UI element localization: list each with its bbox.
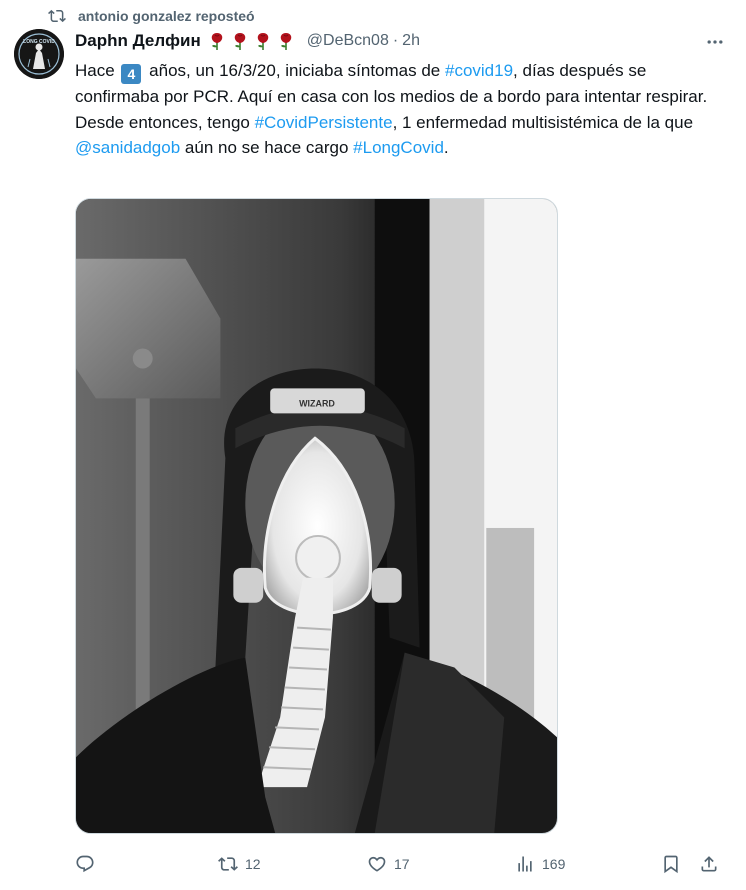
hashtag-longcovid[interactable]: #LongCovid [353, 138, 444, 157]
rose-icon [211, 33, 223, 50]
author-handle[interactable]: @DeBcn08 [307, 32, 389, 50]
rose-icon [257, 33, 269, 50]
repost-icon [48, 9, 66, 23]
reply-icon [76, 855, 94, 873]
tweet-photo[interactable]: WIZARD [75, 198, 558, 834]
views-button[interactable]: 169 [515, 850, 565, 878]
like-button[interactable]: 17 [367, 850, 410, 878]
text-segment: aún no se hace cargo [184, 138, 349, 157]
repost-label: antonio gonzalez reposteó [78, 8, 255, 24]
views-count: 169 [542, 856, 566, 872]
retweet-icon [218, 857, 238, 871]
tweet-text: Hace 4 años, un 16/3/20, iniciaba síntom… [75, 58, 725, 161]
retweet-button[interactable]: 12 [218, 850, 261, 878]
text-segment: . [443, 138, 449, 157]
bookmark-icon [664, 855, 678, 874]
share-button[interactable] [699, 850, 719, 878]
tweet: Daphn Делфин @DeBcn08 · 2h Hace 4 años, … [75, 28, 735, 161]
like-count: 17 [394, 856, 410, 872]
text-segment: años, un 16/3/20, iniciaba síntomas de [149, 61, 441, 80]
text-segment: Hace [75, 61, 115, 80]
tweet-header: Daphn Делфин @DeBcn08 · 2h [75, 28, 735, 54]
bookmark-button[interactable] [661, 850, 681, 878]
tweet-time[interactable]: 2h [402, 32, 420, 50]
retweet-count: 12 [245, 856, 261, 872]
mask-brand-label: WIZARD [299, 398, 335, 408]
keycap-four-emoji: 4 [121, 64, 142, 84]
more-options-button[interactable] [703, 30, 727, 54]
text-segment: Desde entonces, tengo [75, 112, 250, 132]
rose-icon [234, 33, 246, 50]
repost-indicator[interactable]: antonio gonzalez reposteó [48, 6, 255, 26]
author-emojis [207, 31, 299, 51]
reply-button[interactable] [75, 850, 102, 878]
hashtag-covid19[interactable]: #covid19 [445, 61, 513, 80]
more-icon [707, 40, 723, 44]
share-icon [701, 856, 717, 872]
rose-icon [280, 33, 292, 50]
author-name[interactable]: Daphn Делфин [75, 31, 201, 51]
mention-sanidadgob[interactable]: @sanidadgob [75, 138, 180, 157]
views-icon [518, 856, 532, 872]
separator-dot: · [392, 32, 399, 49]
tweet-actions: 12 17 169 [75, 850, 725, 878]
avatar[interactable]: LONG COVID [14, 29, 64, 79]
heart-icon [368, 856, 386, 872]
hashtag-covidpersistente[interactable]: #CovidPersistente [255, 113, 393, 132]
text-segment: , 1 enfermedad multisistémica de la que [392, 112, 694, 132]
